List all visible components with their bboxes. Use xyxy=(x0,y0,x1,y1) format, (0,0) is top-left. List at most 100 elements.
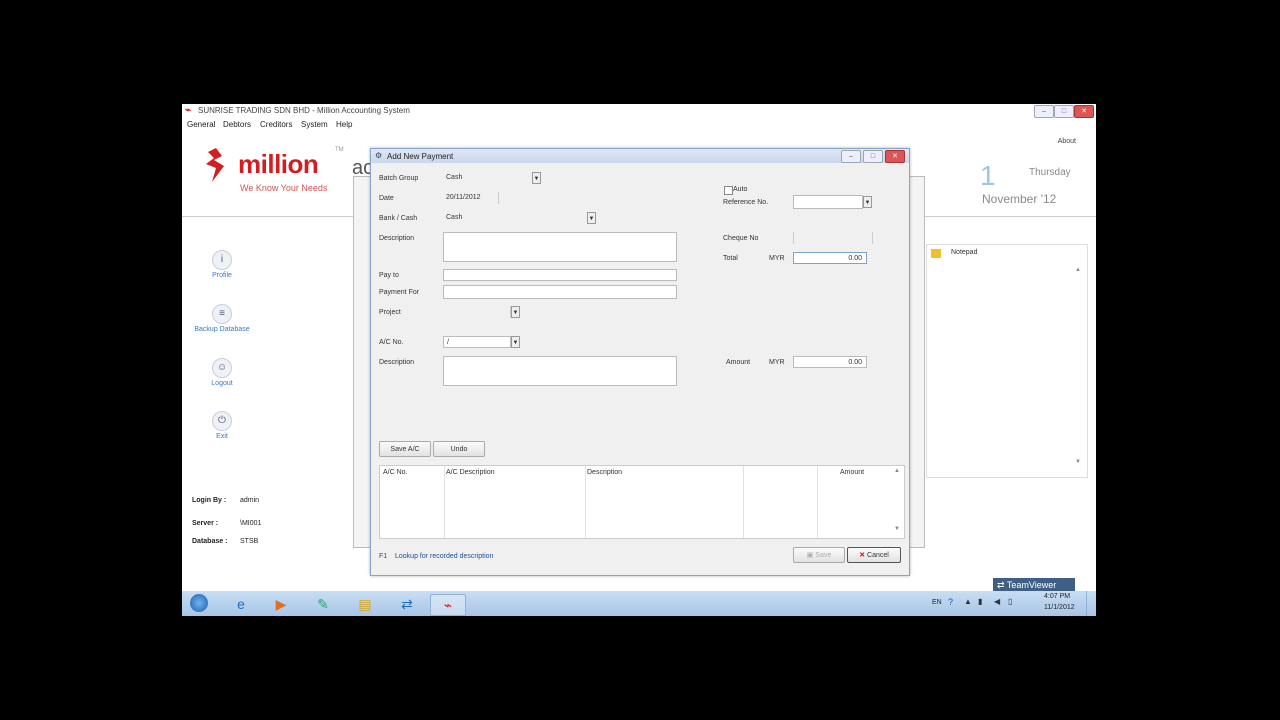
clock-time[interactable]: 4:07 PM xyxy=(1044,593,1070,600)
sidebar-item-label: Backup Database xyxy=(194,326,250,333)
minimize-button[interactable]: – xyxy=(1034,105,1054,118)
cheque-no-field[interactable] xyxy=(793,232,873,244)
scroll-up-icon[interactable]: ▲ xyxy=(1075,267,1081,273)
payment-for-field[interactable] xyxy=(443,285,677,299)
description-field[interactable] xyxy=(443,232,677,262)
teamviewer-taskbar-icon[interactable]: ⇄ xyxy=(390,594,424,614)
date-field[interactable]: 20/11/2012 xyxy=(443,192,499,204)
reference-no-field[interactable] xyxy=(793,195,863,209)
sidebar-item-profile[interactable]: i Profile xyxy=(187,250,257,279)
cheque-no-label: Cheque No xyxy=(723,235,759,242)
undo-button[interactable]: Undo xyxy=(433,441,485,457)
brand-name: million xyxy=(238,149,319,179)
grid-scroll-down-icon[interactable]: ▼ xyxy=(894,526,900,532)
million-taskbar-icon[interactable]: ⌁ xyxy=(430,594,466,616)
teamviewer-icon: ⇄ xyxy=(997,580,1005,590)
batch-group-label: Batch Group xyxy=(379,175,419,182)
menu-system[interactable]: System xyxy=(301,120,328,129)
show-desktop-button[interactable] xyxy=(1086,591,1097,616)
pay-to-label: Pay to xyxy=(379,272,399,279)
amount-label: Amount xyxy=(726,359,751,366)
line-description-label: Description xyxy=(379,359,415,366)
save-button-label: Save xyxy=(815,552,832,559)
total-currency: MYR xyxy=(769,255,785,262)
tray-arrow-icon[interactable]: ▲ xyxy=(964,597,972,606)
ac-no-label: A/C No. xyxy=(379,339,404,346)
payment-for-label: Payment For xyxy=(379,289,420,296)
entries-grid[interactable]: A/C No. A/C Description Description Amou… xyxy=(379,465,905,539)
sidebar-item-label: Logout xyxy=(211,380,233,387)
line-description-field[interactable] xyxy=(443,356,677,386)
bank-cash-dropdown-icon[interactable]: ▼ xyxy=(587,212,596,224)
sidebar-item-exit[interactable]: ⏻ Exit xyxy=(187,411,257,440)
grid-scroll-up-icon[interactable]: ▲ xyxy=(894,468,900,474)
info-icon: i xyxy=(212,250,232,270)
windows-start-icon xyxy=(190,594,208,612)
grid-header-ac-description[interactable]: A/C Description xyxy=(446,469,495,476)
batch-group-select[interactable]: Cash xyxy=(443,172,533,184)
close-button[interactable]: ✕ xyxy=(1074,105,1094,118)
dialog-maximize-button[interactable]: □ xyxy=(863,150,883,163)
add-new-payment-dialog: ⚙ Add New Payment – □ ✕ Batch Group Cash… xyxy=(370,148,910,576)
amount-currency: MYR xyxy=(769,359,785,366)
sidebar-item-label: Exit xyxy=(216,433,228,440)
ac-no-field[interactable]: / xyxy=(443,336,511,348)
menu-help[interactable]: Help xyxy=(336,120,352,129)
batch-group-dropdown-icon[interactable]: ▼ xyxy=(532,172,541,184)
reference-no-dropdown-icon[interactable]: ▼ xyxy=(863,196,872,208)
network-icon[interactable]: ▮ xyxy=(978,597,982,606)
grid-header-ac-no[interactable]: A/C No. xyxy=(383,469,408,476)
amount-field[interactable]: 0.00 xyxy=(793,356,867,368)
file-explorer-icon[interactable]: ▤ xyxy=(348,594,382,614)
cancel-button[interactable]: ✕ Cancel xyxy=(847,547,901,563)
grid-header-amount[interactable]: Amount xyxy=(840,469,864,476)
clock-date[interactable]: 11/1/2012 xyxy=(1044,604,1075,611)
internet-explorer-icon[interactable]: e xyxy=(224,594,258,614)
project-dropdown-icon[interactable]: ▼ xyxy=(511,306,520,318)
menu-general[interactable]: General xyxy=(187,120,215,129)
save-icon: ▣ xyxy=(806,552,814,559)
dialog-minimize-button[interactable]: – xyxy=(841,150,861,163)
date-day-number: 1 xyxy=(980,160,996,191)
sidebar-item-logout[interactable]: ☺ Logout xyxy=(187,358,257,387)
date-weekday: Thursday xyxy=(1029,167,1071,178)
scroll-down-icon[interactable]: ▼ xyxy=(1075,459,1081,465)
tools-icon[interactable]: ✎ xyxy=(306,594,340,614)
menu-debtors[interactable]: Debtors xyxy=(223,120,251,129)
maximize-button[interactable]: □ xyxy=(1054,105,1074,118)
auto-checkbox[interactable] xyxy=(724,186,733,195)
volume-icon[interactable]: ◀ xyxy=(994,597,1000,606)
save-button[interactable]: ▣ Save xyxy=(793,547,845,563)
total-label: Total xyxy=(723,255,738,262)
taskbar: e ▶ ✎ ▤ ⇄ ⌁ EN ? ▲ ▮ ◀ ▯ 4:07 PM 11/1/20… xyxy=(182,591,1096,616)
user-icon: ☺ xyxy=(212,358,232,378)
language-indicator[interactable]: EN xyxy=(932,599,942,606)
database-icon: ≡ xyxy=(212,304,232,324)
gear-icon: ⚙ xyxy=(375,151,383,160)
database-info: Database : STSB xyxy=(192,538,259,545)
help-icon[interactable]: ? xyxy=(948,597,953,607)
start-button[interactable] xyxy=(182,594,216,614)
bank-cash-select[interactable]: Cash xyxy=(443,212,583,224)
sidebar-item-label: Profile xyxy=(212,272,232,279)
hint-text: Lookup for recorded description xyxy=(395,553,494,560)
hint-key: F1 xyxy=(379,553,388,560)
project-select[interactable] xyxy=(443,306,511,318)
cancel-button-label: Cancel xyxy=(867,552,889,559)
power-icon: ⏻ xyxy=(212,411,232,431)
dialog-close-button[interactable]: ✕ xyxy=(885,150,905,163)
million-logo-icon xyxy=(206,148,224,182)
notepad-label: Notepad xyxy=(951,249,978,256)
battery-icon[interactable]: ▯ xyxy=(1008,597,1012,606)
trademark: TM xyxy=(335,147,344,153)
ac-no-dropdown-icon[interactable]: ▼ xyxy=(511,336,520,348)
about-link[interactable]: About xyxy=(1058,138,1076,145)
media-player-icon[interactable]: ▶ xyxy=(264,594,298,614)
window-titlebar: ⌁ SUNRISE TRADING SDN BHD - Million Acco… xyxy=(182,104,1096,118)
menu-creditors[interactable]: Creditors xyxy=(260,120,292,129)
pay-to-field[interactable] xyxy=(443,269,677,281)
save-ac-button[interactable]: Save A/C xyxy=(379,441,431,457)
grid-header-description[interactable]: Description xyxy=(587,469,622,476)
sidebar-item-backup-database[interactable]: ≡ Backup Database xyxy=(187,304,257,333)
notepad-panel: Notepad ▲ ▼ xyxy=(926,244,1088,478)
